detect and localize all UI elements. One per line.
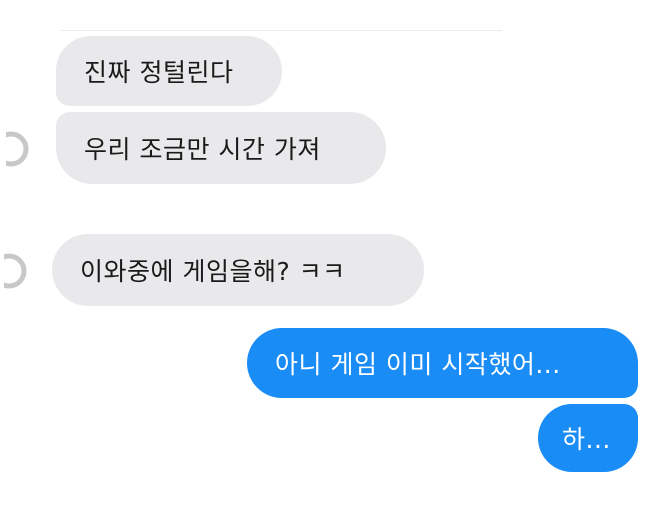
- message-text: 하...: [562, 425, 611, 454]
- avatar-icon[interactable]: [0, 252, 28, 290]
- message-text: 진짜 정털린다: [84, 58, 234, 87]
- message-text: 우리 조금만 시간 가져: [84, 135, 321, 164]
- message-bubble-outgoing[interactable]: 하...: [538, 404, 638, 472]
- message-bubble-incoming[interactable]: 진짜 정털린다: [56, 36, 282, 106]
- avatar-icon[interactable]: [0, 130, 30, 168]
- message-bubble-incoming[interactable]: 이와중에 게임을해? ㅋㅋ: [52, 234, 424, 306]
- message-text: 이와중에 게임을해? ㅋㅋ: [80, 257, 346, 286]
- top-divider: [60, 30, 502, 31]
- message-bubble-incoming[interactable]: 우리 조금만 시간 가져: [56, 112, 386, 184]
- message-text: 아니 게임 이미 시작했어...: [275, 350, 561, 379]
- message-bubble-outgoing[interactable]: 아니 게임 이미 시작했어...: [247, 328, 638, 398]
